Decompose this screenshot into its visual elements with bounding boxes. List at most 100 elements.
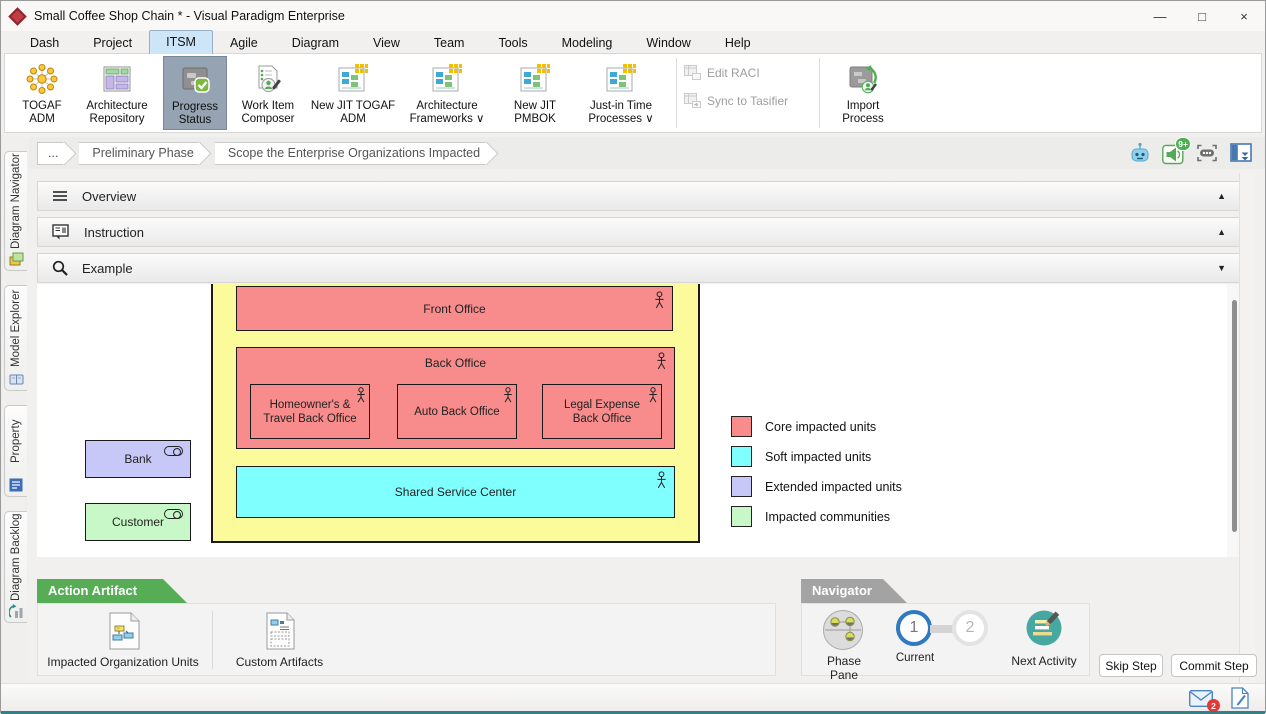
minimize-button[interactable]: — — [1139, 1, 1181, 31]
collapse-arrow-icon[interactable]: ▲ — [1217, 227, 1226, 237]
core-color-swatch — [731, 416, 752, 437]
impacted-organization-units-item[interactable]: Impacted Organization Units — [38, 610, 208, 669]
diagram-backlog-icon — [9, 604, 24, 618]
sidebar-tab-property[interactable]: Property — [4, 405, 27, 497]
menu-item-team[interactable]: Team — [417, 32, 482, 54]
homeowners-travel-back-office-unit[interactable]: Homeowner's & Travel Back Office — [250, 384, 370, 439]
canvas-scrollbar-thumb[interactable] — [1232, 300, 1237, 532]
next-activity-icon[interactable] — [1024, 608, 1064, 648]
architecture-repository-icon — [101, 61, 133, 97]
diagram-navigator-icon — [9, 252, 24, 266]
close-button[interactable]: × — [1223, 1, 1265, 31]
edit-document-icon[interactable] — [1231, 687, 1249, 709]
progress-status-icon — [179, 62, 211, 98]
impacted-organization-units-label: Impacted Organization Units — [47, 655, 198, 669]
front-office-unit[interactable]: Front Office — [236, 286, 673, 331]
overview-section-header[interactable]: Overview ▲ — [37, 181, 1241, 211]
toolbar-separator — [819, 58, 820, 128]
new-jit-togaf-adm-icon — [337, 61, 369, 97]
menu-item-agile[interactable]: Agile — [213, 32, 275, 54]
legend-item-soft: Soft impacted units — [731, 446, 902, 467]
commit-step-button[interactable]: Commit Step — [1171, 654, 1257, 677]
actor-icon — [648, 387, 658, 404]
new-jit-pmbok-button[interactable]: New JIT PMBOK — [497, 56, 573, 130]
action-artifact-panel: Impacted Organization Units Custom Artif… — [37, 603, 776, 676]
example-magnifier-icon — [52, 260, 68, 276]
panel-layout-icon[interactable] — [1230, 143, 1253, 164]
navigator-panel: Phase Pane 1 2 Current Next Activity — [801, 603, 1090, 676]
expand-arrow-icon[interactable]: ▼ — [1217, 263, 1226, 273]
architecture-repository-label: Architecture Repository — [71, 100, 163, 126]
edit-raci-label: Edit RACI — [707, 66, 760, 80]
diagram-canvas[interactable]: Front Office Back Office Homeowner's & T… — [37, 284, 1241, 557]
just-in-time-processes-button[interactable]: Just-in Time Processes ∨ — [573, 56, 669, 130]
architecture-repository-button[interactable]: Architecture Repository — [71, 56, 163, 130]
instruction-section-header[interactable]: Instruction ▲ — [37, 217, 1241, 247]
back-office-label: Back Office — [425, 356, 486, 370]
bank-unit[interactable]: Bank — [85, 440, 191, 478]
sync-to-tasifier-button: Sync to Tasifier — [684, 93, 812, 108]
business-role-icon — [164, 446, 183, 456]
progress-status-button[interactable]: Progress Status — [163, 56, 227, 130]
title-bar: Small Coffee Shop Chain * - Visual Parad… — [1, 1, 1265, 31]
legal-expense-back-office-unit[interactable]: Legal Expense Back Office — [542, 384, 662, 439]
custom-artifacts-item[interactable]: Custom Artifacts — [217, 610, 342, 669]
just-in-time-processes-label: Just-in Time Processes ∨ — [573, 100, 669, 126]
sync-to-tasifier-icon — [684, 93, 701, 108]
legal-expense-label: Legal Expense Back Office — [551, 398, 653, 426]
diagram-backlog-label: Diagram Backlog — [5, 514, 27, 600]
breadcrumb-scope-enterprise-organizations[interactable]: Scope the Enterprise Organizations Impac… — [215, 142, 487, 165]
sidebar-tab-model-explorer[interactable]: Model Explorer — [4, 285, 27, 391]
messages-mail-icon[interactable]: 2 — [1189, 690, 1213, 707]
menu-item-view[interactable]: View — [356, 32, 417, 54]
sidebar-tab-diagram-backlog[interactable]: Diagram Backlog — [4, 511, 27, 623]
actor-icon — [656, 352, 667, 371]
menu-item-modeling[interactable]: Modeling — [545, 32, 630, 54]
breadcrumb-overflow[interactable]: ... — [37, 142, 65, 165]
toolbar-separator — [676, 58, 677, 128]
architecture-frameworks-button[interactable]: Architecture Frameworks ∨ — [397, 56, 497, 130]
legend-item-communities: Impacted communities — [731, 506, 902, 527]
diagram-legend: Core impacted units Soft impacted units … — [731, 416, 902, 536]
step-2[interactable]: 2 — [952, 610, 988, 646]
bank-label: Bank — [124, 452, 151, 466]
shared-service-center-unit[interactable]: Shared Service Center — [236, 466, 675, 518]
maximize-button[interactable]: □ — [1181, 1, 1223, 31]
fit-diagram-bounds-icon[interactable] — [1194, 143, 1220, 163]
visual-paradigm-logo-icon — [8, 7, 26, 25]
togaf-adm-button[interactable]: TOGAF ADM — [13, 56, 71, 130]
menu-item-dash[interactable]: Dash — [13, 32, 76, 54]
model-explorer-label: Model Explorer — [5, 288, 27, 368]
legend-item-core: Core impacted units — [731, 416, 902, 437]
visual-paradigm-window: { "window": { "title": "Small Coffee Sho… — [0, 0, 1266, 713]
breadcrumb-preliminary-phase[interactable]: Preliminary Phase — [79, 142, 200, 165]
menu-item-window[interactable]: Window — [629, 32, 707, 54]
import-process-button[interactable]: Import Process — [827, 56, 899, 130]
impacted-organization-units-icon — [106, 612, 140, 650]
progress-status-label: Progress Status — [164, 101, 226, 127]
skip-step-button[interactable]: Skip Step — [1099, 654, 1163, 677]
auto-back-office-unit[interactable]: Auto Back Office — [397, 384, 517, 439]
instruction-icon — [52, 224, 70, 240]
property-icon — [9, 478, 23, 492]
announcements-icon[interactable]: 9+ — [1162, 142, 1184, 165]
menu-item-tools[interactable]: Tools — [481, 32, 544, 54]
content-scrollbar-gutter[interactable] — [1239, 173, 1255, 683]
sidebar-tab-diagram-navigator[interactable]: Diagram Navigator — [4, 151, 27, 271]
breadcrumb-bar: ... Preliminary Phase Scope the Enterpri… — [29, 137, 1265, 169]
customer-unit[interactable]: Customer — [85, 503, 191, 541]
new-jit-togaf-adm-button[interactable]: New JIT TOGAF ADM — [309, 56, 397, 130]
menu-item-diagram[interactable]: Diagram — [275, 32, 356, 54]
property-label: Property — [5, 408, 27, 474]
menu-item-help[interactable]: Help — [708, 32, 768, 54]
example-section-header[interactable]: Example ▼ — [37, 253, 1241, 283]
actor-icon — [356, 387, 366, 404]
work-item-composer-button[interactable]: Work Item Composer — [227, 56, 309, 130]
step-1-current[interactable]: 1 — [896, 610, 932, 646]
collapse-arrow-icon[interactable]: ▲ — [1217, 191, 1226, 201]
just-in-time-processes-icon — [605, 61, 637, 97]
menu-item-itsm[interactable]: ITSM — [149, 30, 213, 54]
menu-item-project[interactable]: Project — [76, 32, 149, 54]
phase-pane-icon[interactable] — [822, 609, 864, 651]
assistant-robot-icon[interactable] — [1128, 142, 1152, 165]
